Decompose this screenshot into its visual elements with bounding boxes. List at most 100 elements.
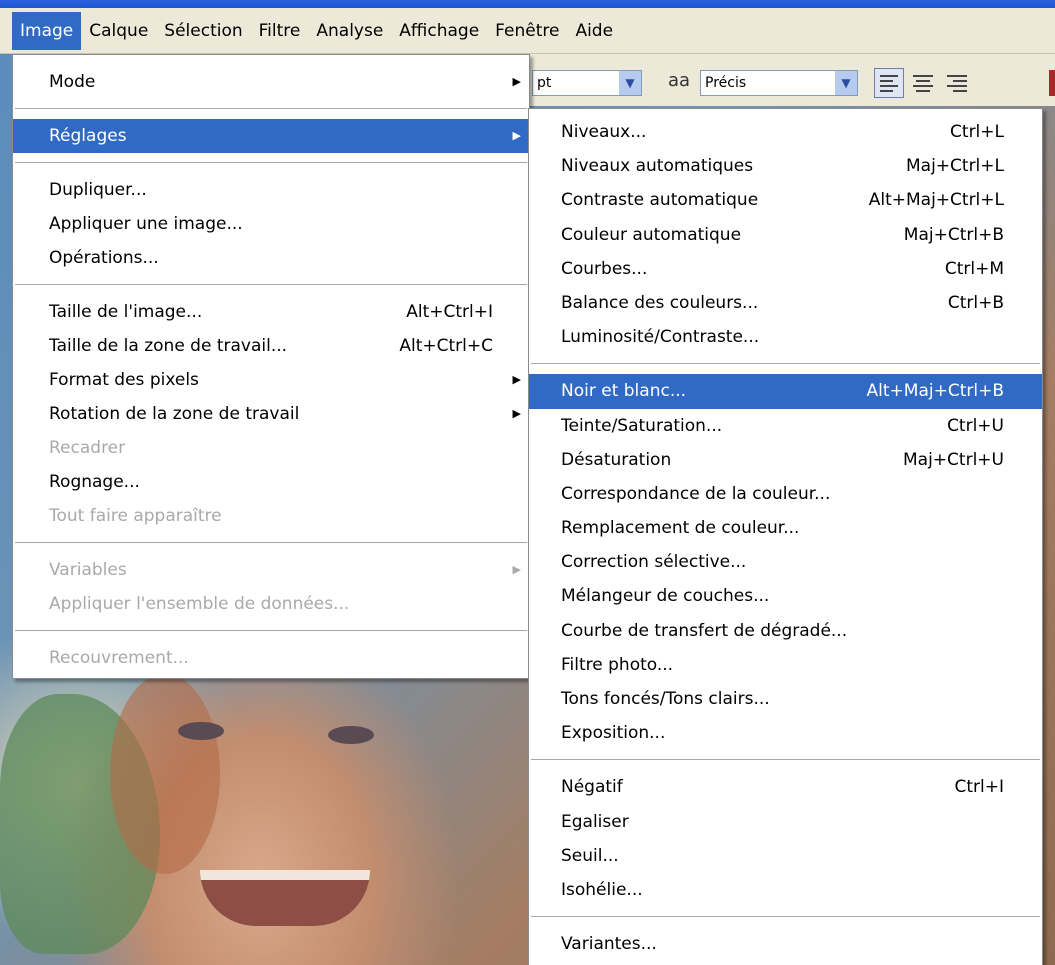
menu-item-melangeur-couches[interactable]: Mélangeur de couches... bbox=[529, 579, 1042, 613]
menu-item-label: Mode bbox=[49, 72, 96, 92]
menu-item-tons[interactable]: Tons foncés/Tons clairs... bbox=[529, 682, 1042, 716]
menu-item-label: Correction sélective... bbox=[561, 552, 747, 573]
menu-item-variantes[interactable]: Variantes... bbox=[529, 927, 1042, 961]
align-left-icon[interactable] bbox=[874, 68, 904, 98]
menu-item-label: Réglages bbox=[49, 126, 127, 146]
menu-item-reglages[interactable]: Réglages ▶ bbox=[13, 119, 529, 153]
menu-aide[interactable]: Aide bbox=[567, 12, 621, 50]
antialias-value: Précis bbox=[705, 75, 747, 91]
menu-item-label: Balance des couleurs... bbox=[561, 292, 759, 313]
align-right-icon[interactable] bbox=[942, 68, 972, 98]
options-bar: pt ▼ aa Précis ▼ bbox=[528, 54, 1055, 106]
menu-item-courbe-transfert[interactable]: Courbe de transfert de dégradé... bbox=[529, 614, 1042, 648]
menu-item-shortcut: Ctrl+M bbox=[944, 258, 1004, 279]
menu-item-negatif[interactable]: Négatif Ctrl+I bbox=[529, 770, 1042, 804]
menu-separator bbox=[15, 630, 527, 631]
menu-item-label: Taille de l'image... bbox=[49, 302, 203, 322]
menu-item-rognage[interactable]: Rognage... bbox=[13, 465, 529, 499]
font-size-combo[interactable]: pt ▼ bbox=[532, 70, 642, 96]
menu-item-shortcut: Alt+Maj+Ctrl+L bbox=[868, 190, 1004, 211]
menu-item-exposition[interactable]: Exposition... bbox=[529, 716, 1042, 750]
menu-item-noir-blanc[interactable]: Noir et blanc... Alt+Maj+Ctrl+B bbox=[529, 374, 1042, 409]
photo-eye bbox=[328, 726, 374, 744]
menu-item-label: Egaliser bbox=[561, 811, 629, 832]
menu-image[interactable]: Image bbox=[12, 11, 82, 50]
menu-item-filtre-photo[interactable]: Filtre photo... bbox=[529, 648, 1042, 682]
menu-item-shortcut: Alt+Maj+Ctrl+B bbox=[866, 381, 1004, 402]
menu-item-label: Noir et blanc... bbox=[561, 381, 687, 402]
chevron-down-icon[interactable]: ▼ bbox=[835, 71, 857, 95]
align-center-icon[interactable] bbox=[908, 68, 938, 98]
menu-item-egaliser[interactable]: Egaliser bbox=[529, 805, 1042, 839]
menu-item-label: Tons foncés/Tons clairs... bbox=[561, 689, 770, 709]
menu-calque[interactable]: Calque bbox=[81, 12, 156, 50]
menu-item-label: Tout faire apparaître bbox=[49, 506, 222, 526]
menu-item-label: Format des pixels bbox=[49, 370, 199, 390]
antialias-combo[interactable]: Précis ▼ bbox=[700, 70, 858, 96]
menu-item-shortcut: Ctrl+U bbox=[947, 415, 1004, 436]
menu-item-appliquer-image[interactable]: Appliquer une image... bbox=[13, 207, 529, 241]
menu-filtre[interactable]: Filtre bbox=[251, 12, 309, 50]
menu-item-label: Négatif bbox=[561, 777, 623, 798]
menu-item-remplacement-couleur[interactable]: Remplacement de couleur... bbox=[529, 511, 1042, 545]
menu-bar: Image Calque Sélection Filtre Analyse Af… bbox=[0, 8, 1055, 54]
menu-item-shortcut: Alt+Ctrl+I bbox=[406, 302, 493, 322]
menu-item-dupliquer[interactable]: Dupliquer... bbox=[13, 173, 529, 207]
menu-item-seuil[interactable]: Seuil... bbox=[529, 839, 1042, 873]
menu-item-label: Isohélie... bbox=[561, 879, 643, 900]
menu-item-contraste-auto[interactable]: Contraste automatique Alt+Maj+Ctrl+L bbox=[529, 183, 1042, 217]
menu-item-label: Remplacement de couleur... bbox=[561, 518, 800, 539]
menu-item-label: Variantes... bbox=[561, 934, 657, 955]
reglages-submenu: Niveaux... Ctrl+L Niveaux automatiques Maj… bbox=[528, 108, 1043, 965]
menu-item-recouvrement: Recouvrement... bbox=[13, 641, 529, 675]
menu-separator bbox=[15, 542, 527, 543]
menu-item-label: Courbes... bbox=[561, 258, 648, 279]
menu-analyse[interactable]: Analyse bbox=[308, 12, 391, 50]
menu-item-operations[interactable]: Opérations... bbox=[13, 241, 529, 275]
menu-selection[interactable]: Sélection bbox=[156, 12, 250, 50]
submenu-arrow-icon: ▶ bbox=[512, 407, 521, 420]
menu-item-label: Opérations... bbox=[49, 248, 159, 268]
chevron-down-icon[interactable]: ▼ bbox=[619, 71, 641, 95]
menu-item-correspondance-couleur[interactable]: Correspondance de la couleur... bbox=[529, 477, 1042, 511]
menu-item-niveaux[interactable]: Niveaux... Ctrl+L bbox=[529, 115, 1042, 149]
menu-item-label: Dupliquer... bbox=[49, 180, 147, 200]
menu-item-label: Filtre photo... bbox=[561, 654, 674, 675]
font-size-unit: pt bbox=[537, 75, 552, 91]
menu-item-format-pixels[interactable]: Format des pixels ▶ bbox=[13, 363, 529, 397]
submenu-arrow-icon: ▶ bbox=[512, 129, 521, 142]
menu-item-appliquer-ensemble: Appliquer l'ensemble de données... bbox=[13, 587, 529, 621]
menu-item-label: Couleur automatique bbox=[561, 224, 742, 245]
aa-icon: aa bbox=[668, 70, 691, 91]
menu-item-label: Variables bbox=[49, 560, 127, 580]
menu-item-couleur-auto[interactable]: Couleur automatique Maj+Ctrl+B bbox=[529, 218, 1042, 252]
menu-item-label: Niveaux automatiques bbox=[561, 156, 754, 177]
menu-item-correction-selective[interactable]: Correction sélective... bbox=[529, 545, 1042, 579]
submenu-arrow-icon: ▶ bbox=[512, 373, 521, 386]
menu-item-niveaux-auto[interactable]: Niveaux automatiques Maj+Ctrl+L bbox=[529, 149, 1042, 183]
menu-item-taille-image[interactable]: Taille de l'image... Alt+Ctrl+I bbox=[13, 295, 529, 329]
menu-item-label: Luminosité/Contraste... bbox=[561, 327, 760, 348]
menu-item-taille-zone[interactable]: Taille de la zone de travail... Alt+Ctrl+… bbox=[13, 329, 529, 363]
menu-item-courbes[interactable]: Courbes... Ctrl+M bbox=[529, 252, 1042, 286]
menu-fenetre[interactable]: Fenêtre bbox=[487, 12, 567, 50]
menu-item-mode[interactable]: Mode ▶ bbox=[13, 65, 529, 99]
menu-item-desaturation[interactable]: Désaturation Maj+Ctrl+U bbox=[529, 443, 1042, 477]
menu-affichage[interactable]: Affichage bbox=[391, 12, 487, 50]
menu-item-label: Recouvrement... bbox=[49, 648, 189, 668]
window-title-strip bbox=[0, 0, 1055, 8]
menu-item-label: Contraste automatique bbox=[561, 190, 759, 211]
menu-item-shortcut: Maj+Ctrl+U bbox=[903, 449, 1004, 470]
menu-item-isohelie[interactable]: Isohélie... bbox=[529, 873, 1042, 907]
menu-item-shortcut: Ctrl+I bbox=[954, 777, 1004, 798]
menu-separator bbox=[15, 284, 527, 285]
menu-item-balance-couleurs[interactable]: Balance des couleurs... Ctrl+B bbox=[529, 286, 1042, 320]
menu-item-tout-faire-apparaitre: Tout faire apparaître bbox=[13, 499, 529, 533]
menu-item-rotation[interactable]: Rotation de la zone de travail ▶ bbox=[13, 397, 529, 431]
menu-item-label: Correspondance de la couleur... bbox=[561, 483, 831, 504]
menu-item-shortcut: Alt+Ctrl+C bbox=[399, 336, 493, 356]
menu-item-label: Taille de la zone de travail... bbox=[49, 336, 288, 356]
color-swatch[interactable] bbox=[1049, 70, 1055, 96]
menu-item-teinte-saturation[interactable]: Teinte/Saturation... Ctrl+U bbox=[529, 409, 1042, 443]
menu-item-luminosite-contraste[interactable]: Luminosité/Contraste... bbox=[529, 320, 1042, 354]
